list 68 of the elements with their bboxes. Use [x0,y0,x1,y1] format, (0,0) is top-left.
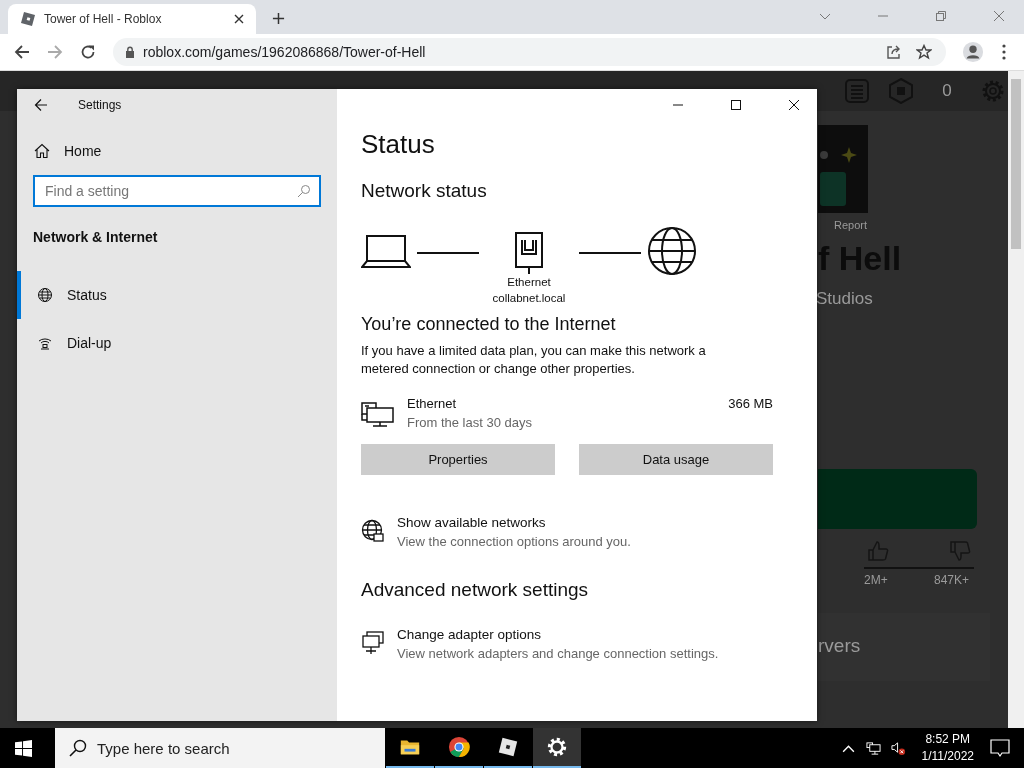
back-arrow-icon[interactable] [34,98,48,112]
network-icon[interactable] [865,740,881,756]
search-icon [297,184,311,198]
browser-tab[interactable]: Tower of Hell - Roblox [8,4,256,34]
creator-name: Studios [816,289,873,309]
description-text: If you have a limited data plan, you can make this network a metered connection or change other properties. [361,342,707,378]
section-heading: Network & Internet [32,229,159,245]
home-icon [34,143,50,159]
muted-speaker-icon[interactable] [890,740,906,756]
connection-period: From the last 30 days [407,415,533,430]
lock-icon [125,46,135,58]
dial-up-icon [37,335,53,351]
action-button[interactable]: Data usage [579,444,773,475]
section-heading: Advanced network settings [361,579,590,601]
like-count: 2M+ [864,573,888,587]
data-usage-amount: 366 MB [728,396,773,411]
search-icon [69,739,87,757]
connection-status: You’re connected to the Internet [361,314,617,335]
globe-icon [647,226,697,276]
connection-line [417,252,479,254]
settings-icon [546,736,568,758]
reload-icon[interactable] [80,44,96,60]
taskbar-search-field[interactable]: Type here to search [55,728,385,768]
robux-count: 0 [941,81,953,101]
show-networks-link[interactable]: Show available networks View the connection options around you. [361,515,793,549]
page-title: Status [361,129,436,160]
address-field[interactable]: roblox.com/games/1962086868/Tower-of-Hell [113,38,946,66]
share-icon[interactable] [886,44,902,60]
home-nav-item[interactable]: Home [17,127,337,175]
start-icon[interactable] [15,739,32,757]
profile-icon[interactable] [962,41,984,63]
globe-icon [361,519,385,543]
adapter-options-link[interactable]: Change adapter options View network adapters and change connection settings. [361,627,793,661]
globe-icon [37,287,53,303]
chrome-icon [448,736,470,758]
search-field[interactable]: Find a setting [33,175,321,207]
roblox-icon [20,11,36,27]
notification-icon[interactable] [990,738,1010,758]
nav-item[interactable]: Dial-up [17,319,337,367]
clock[interactable]: 8:52 PM 1/11/2022 [921,731,974,765]
network-computer-icon [361,402,395,428]
new-tab-icon[interactable] [272,12,285,25]
window-title: Settings [78,98,122,112]
tab-title: Tower of Hell - Roblox [44,12,163,26]
report-link[interactable]: Report [834,219,868,231]
adapter-label: Ethernet [507,275,551,290]
network-label: collabnet.local [492,291,566,306]
connection-name: Ethernet [407,396,458,411]
thumbs-up-icon[interactable] [866,539,890,563]
close-icon[interactable] [788,99,800,111]
roblox-icon [497,736,519,758]
laptop-icon [361,234,411,270]
section-heading: Network status [361,180,488,202]
dislike-count: 847K+ [934,573,970,587]
action-button[interactable]: Properties [361,444,555,475]
connection-line [579,252,641,254]
ethernet-port-icon [515,232,543,274]
menu-icon[interactable] [1002,44,1006,60]
thumbs-down-icon[interactable] [948,539,972,563]
back-arrow-icon[interactable] [14,44,30,60]
star-icon[interactable] [916,44,932,60]
close-icon[interactable] [234,14,244,24]
maximize-icon[interactable] [730,99,742,111]
scrollbar[interactable] [1008,71,1024,728]
restore-icon[interactable] [935,10,947,22]
section-heading: rvers [818,635,862,657]
monitors-icon [361,631,385,655]
taskbar-app-button[interactable] [533,728,581,768]
